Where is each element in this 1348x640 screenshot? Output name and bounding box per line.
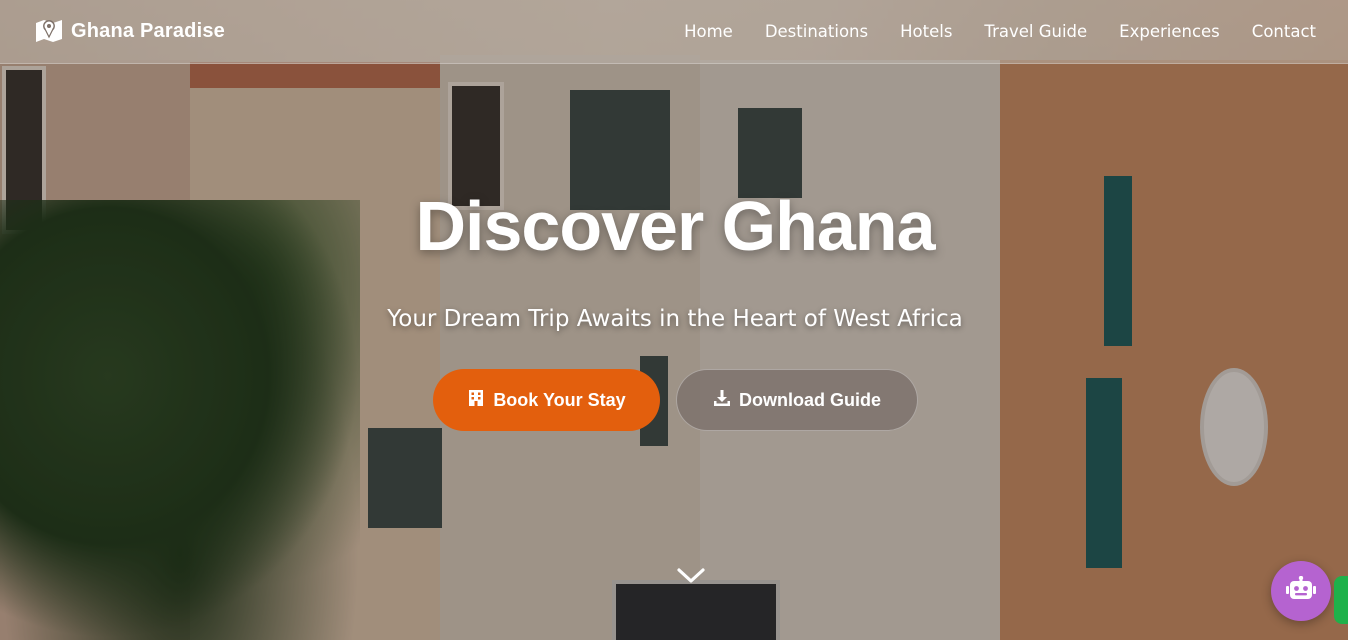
chatbot-button[interactable] — [1271, 561, 1331, 621]
download-icon — [713, 389, 731, 412]
nav-link-destinations[interactable]: Destinations — [765, 22, 868, 41]
brand-name: Ghana Paradise — [71, 20, 225, 42]
nav-link-home[interactable]: Home — [684, 22, 733, 41]
book-your-stay-button[interactable]: Book Your Stay — [433, 369, 660, 431]
hero-title: Discover Ghana — [415, 187, 936, 265]
main-nav: Home Destinations Hotels Travel Guide Ex… — [684, 22, 1316, 41]
brand-logo[interactable]: Ghana Paradise — [35, 17, 225, 47]
navbar: Ghana Paradise Home Destinations Hotels … — [0, 0, 1348, 64]
map-icon — [35, 17, 63, 47]
nav-link-travel-guide[interactable]: Travel Guide — [984, 22, 1087, 41]
hero-subtitle: Your Dream Trip Awaits in the Heart of W… — [387, 306, 963, 332]
book-your-stay-label: Book Your Stay — [493, 389, 626, 410]
robot-icon — [1286, 575, 1316, 606]
download-guide-label: Download Guide — [739, 389, 881, 410]
nav-link-experiences[interactable]: Experiences — [1119, 22, 1220, 41]
hotel-icon — [467, 389, 485, 412]
nav-link-hotels[interactable]: Hotels — [900, 22, 952, 41]
download-guide-button[interactable]: Download Guide — [676, 369, 918, 431]
nav-link-contact[interactable]: Contact — [1252, 22, 1316, 41]
side-tab-button[interactable] — [1334, 576, 1348, 624]
chevron-down-icon[interactable] — [676, 566, 706, 586]
